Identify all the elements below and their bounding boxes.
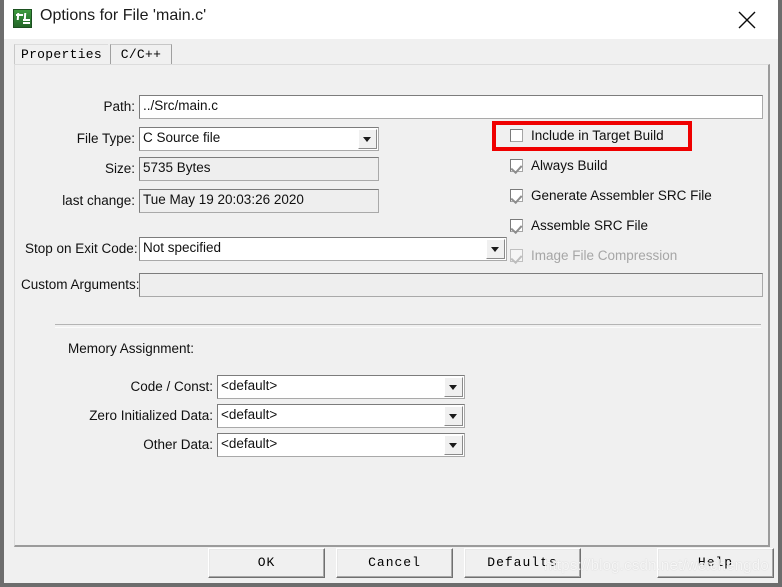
zero-initialized-data-label: Zero Initialized Data: [89, 408, 213, 423]
size-label: Size: [104, 161, 135, 176]
chevron-down-icon[interactable] [444, 435, 463, 455]
zero-initialized-data-combo[interactable]: <default> [217, 404, 465, 428]
code-const-value: <default> [221, 378, 278, 393]
zero-initialized-data-value: <default> [221, 407, 278, 422]
other-data-value: <default> [221, 436, 278, 451]
last-change-value: Tue May 19 20:03:26 2020 [139, 189, 379, 213]
chevron-down-icon[interactable] [444, 377, 463, 397]
options-dialog-window: Options for File 'main.c' Properties C/C… [0, 0, 782, 587]
other-data-label: Other Data: [143, 437, 213, 452]
stop-on-exit-code-label: Stop on Exit Code: [25, 241, 138, 256]
help-button[interactable]: Help [657, 548, 774, 578]
tab-properties[interactable]: Properties [14, 44, 108, 65]
code-const-combo[interactable]: <default> [217, 375, 465, 399]
checkbox-label: Generate Assembler SRC File [531, 188, 712, 203]
checkbox-label: Image File Compression [531, 248, 678, 263]
custom-arguments-label: Custom Arguments: [21, 277, 140, 292]
path-label: Path: [103, 99, 135, 114]
code-const-label: Code / Const: [130, 379, 213, 394]
size-value: 5735 Bytes [139, 157, 379, 181]
checkbox-box[interactable] [510, 189, 523, 202]
other-data-combo[interactable]: <default> [217, 433, 465, 457]
chevron-down-icon[interactable] [486, 239, 505, 259]
title-bar: Options for File 'main.c' [4, 0, 778, 39]
checkbox-box[interactable] [510, 159, 523, 172]
file-type-label: File Type: [76, 131, 135, 146]
cancel-button[interactable]: Cancel [336, 548, 453, 578]
tab-c-cpp[interactable]: C/C++ [110, 44, 172, 65]
uvision-app-icon [13, 9, 32, 28]
checkbox-box[interactable] [510, 219, 523, 232]
ok-button[interactable]: OK [208, 548, 325, 578]
properties-panel: Path: ../Src/main.c File Type: C Source … [14, 64, 770, 547]
custom-arguments-input[interactable] [139, 273, 763, 297]
close-icon[interactable] [724, 0, 770, 37]
file-type-value: C Source file [143, 130, 221, 145]
memory-assignment-label: Memory Assignment: [68, 341, 195, 356]
path-input[interactable]: ../Src/main.c [139, 95, 763, 119]
checkbox-label: Include in Target Build [531, 128, 664, 143]
checkbox-label: Assemble SRC File [531, 218, 649, 233]
checkbox-label: Always Build [531, 158, 608, 173]
page-title: Options for File 'main.c' [40, 7, 207, 24]
chevron-down-icon[interactable] [358, 129, 377, 149]
chevron-down-icon[interactable] [444, 406, 463, 426]
section-divider [55, 324, 761, 328]
last-change-label: last change: [62, 193, 135, 208]
tab-strip: Properties C/C++ [14, 44, 770, 65]
checkbox-box[interactable] [510, 129, 523, 142]
stop-on-exit-code-value: Not specified [143, 240, 222, 255]
defaults-button[interactable]: Defaults [464, 548, 581, 578]
file-type-combo[interactable]: C Source file [139, 127, 379, 151]
checkbox-box [510, 249, 523, 262]
stop-on-exit-code-combo[interactable]: Not specified [139, 237, 507, 261]
